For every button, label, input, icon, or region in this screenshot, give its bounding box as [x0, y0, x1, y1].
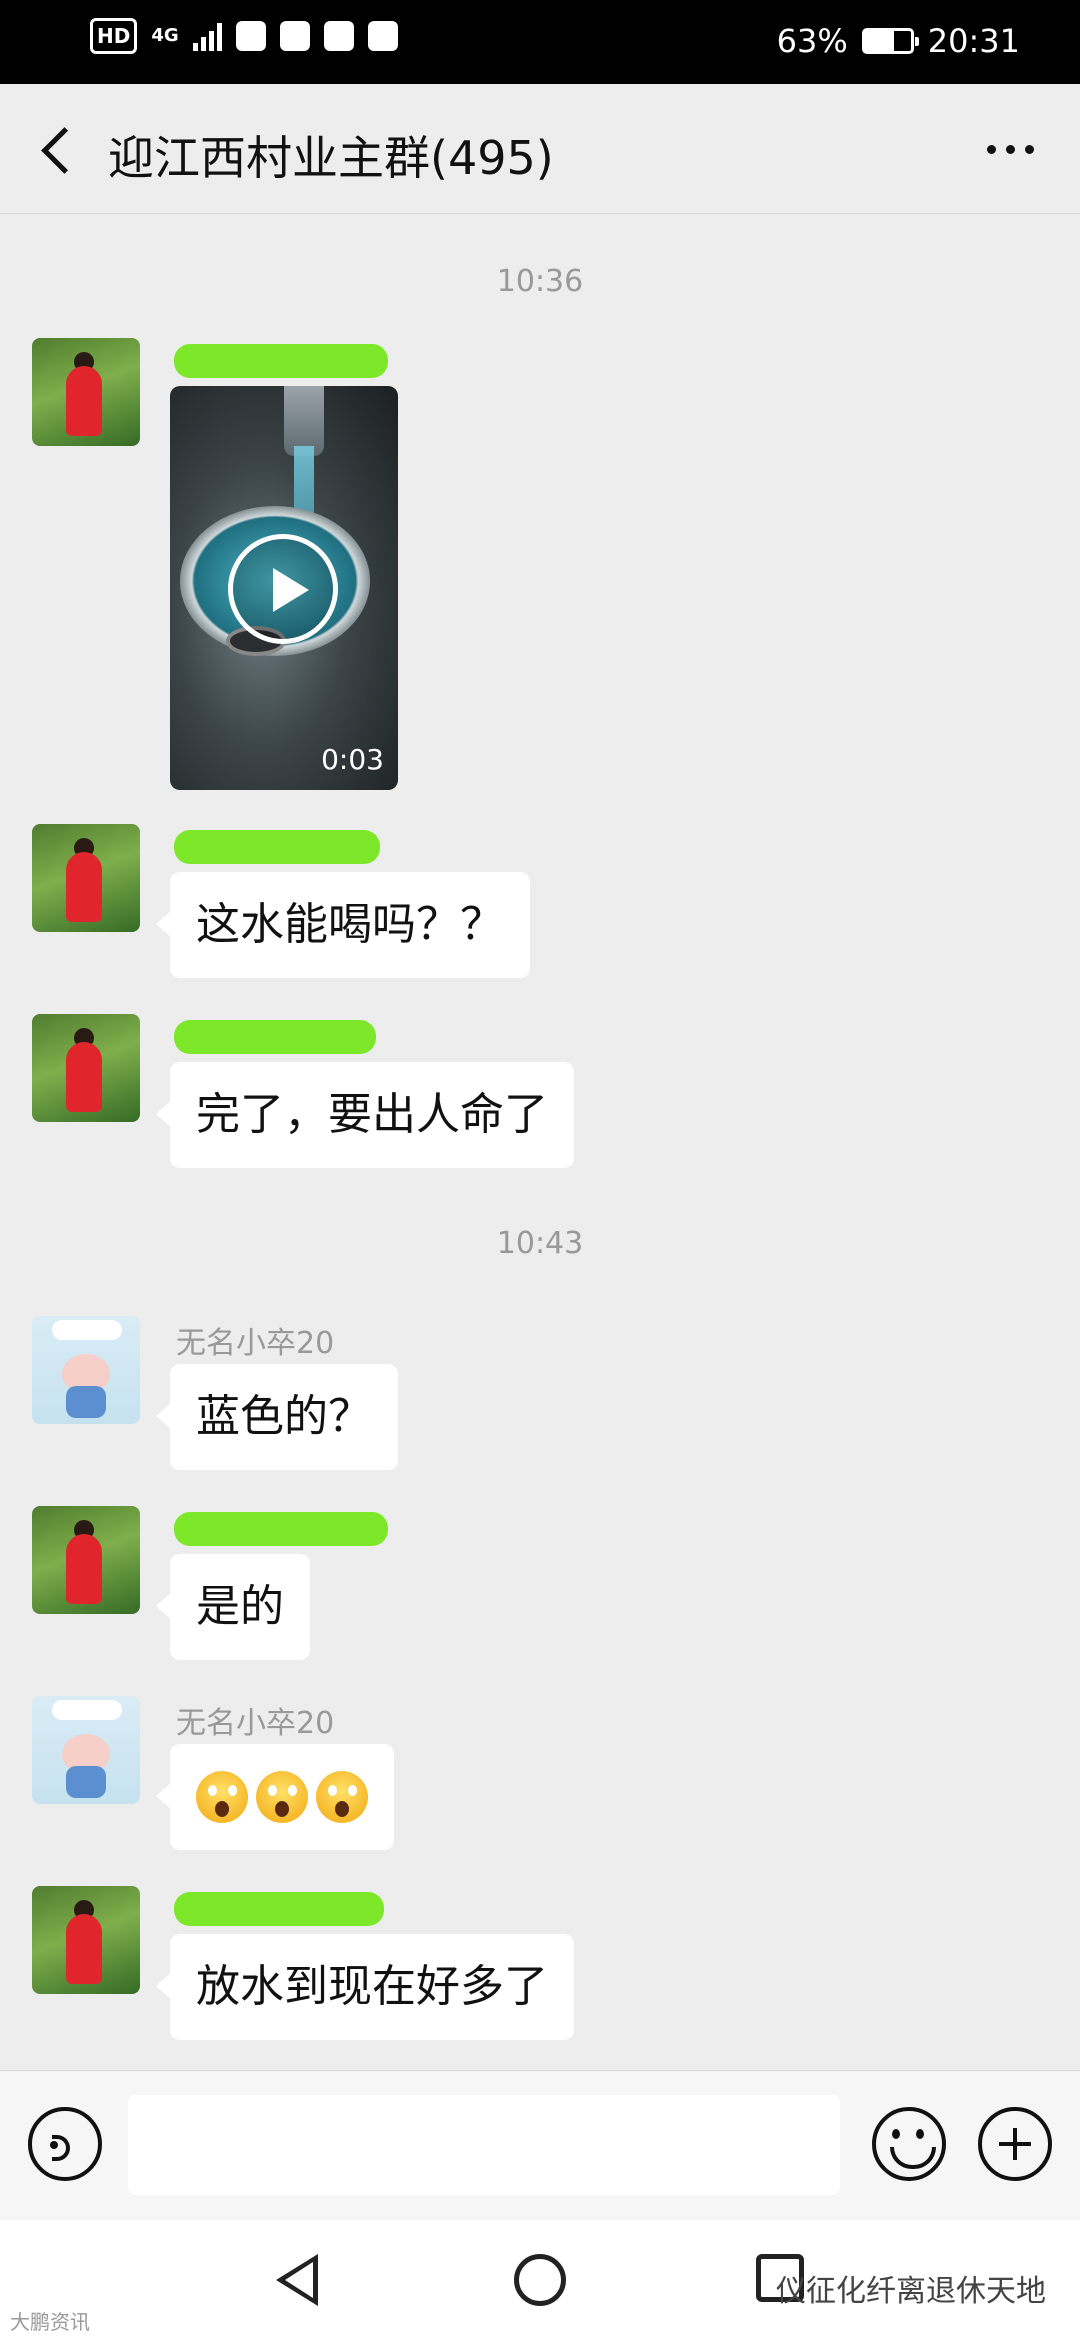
status-bar: HD 4G 63% 20:31 [0, 0, 1080, 84]
video-thumbnail[interactable]: 0:03 [170, 386, 398, 790]
back-arrow-icon[interactable] [30, 120, 90, 180]
message-bubble[interactable] [156, 1744, 394, 1850]
clock: 20:31 [927, 22, 1020, 60]
message-input[interactable] [128, 2095, 840, 2195]
watermark-left: 大鹏资讯 [10, 2310, 90, 2334]
wechat-notification-icon [235, 21, 266, 51]
health-notification-icon [323, 21, 354, 51]
more-options-icon[interactable] [980, 134, 1040, 164]
signal-icon [192, 21, 222, 51]
video-duration: 0:03 [321, 743, 384, 776]
battery-fill [864, 31, 894, 51]
battery-percent: 63% [776, 22, 848, 60]
more-actions-plus-icon[interactable] [978, 2107, 1052, 2181]
timestamp: 10:36 [496, 264, 584, 299]
message-bubble[interactable]: 放水到现在好多了 [156, 1934, 574, 2040]
hd-badge: HD [90, 18, 138, 54]
message-bubble[interactable]: 蓝色的？ [156, 1364, 398, 1470]
status-icons-left: HD 4G [90, 18, 398, 54]
redacted-sender-name [174, 1512, 388, 1546]
avatar[interactable] [32, 1696, 140, 1804]
watermark-right: 仪征化纤离退休天地 [776, 2274, 1046, 2309]
app-notification-icon [367, 21, 398, 51]
redacted-sender-name [174, 830, 380, 864]
nav-back-icon[interactable] [272, 2254, 322, 2306]
avatar[interactable] [32, 1316, 140, 1424]
chat-header: 迎江西村业主群(495) [0, 84, 1080, 214]
battery-icon [861, 28, 919, 54]
avatar[interactable] [32, 1014, 140, 1122]
emoji-picker-icon[interactable] [872, 2107, 946, 2181]
avatar[interactable] [32, 338, 140, 446]
chat-title: 迎江西村业主群(495) [108, 131, 554, 185]
voice-input-icon[interactable] [28, 2107, 102, 2181]
message-list[interactable]: 10:36 0:03 这水能喝吗？？ 完了，要出人命了 10:43 无名小卒20… [0, 214, 1080, 2070]
input-bar [0, 2070, 1080, 2220]
network-type: 4G [151, 25, 179, 46]
sender-name: 无名小卒20 [176, 1326, 335, 1361]
sender-name: 无名小卒20 [176, 1706, 335, 1741]
nav-home-icon[interactable] [514, 2254, 566, 2306]
avatar[interactable] [32, 1506, 140, 1614]
message-bubble[interactable]: 这水能喝吗？？ [156, 872, 530, 978]
timestamp: 10:43 [496, 1226, 584, 1261]
avatar[interactable] [32, 824, 140, 932]
video-app-notification-icon [279, 21, 310, 51]
scream-emoji-icon [196, 1771, 248, 1823]
redacted-sender-name [174, 1020, 376, 1054]
redacted-sender-name [174, 344, 388, 378]
scream-emoji-icon [256, 1771, 308, 1823]
redacted-sender-name [174, 1892, 384, 1926]
message-bubble[interactable]: 完了，要出人命了 [156, 1062, 574, 1168]
status-icons-right: 63% 20:31 [777, 22, 1020, 60]
play-icon[interactable] [228, 534, 338, 644]
message-bubble[interactable]: 是的 [156, 1554, 310, 1660]
scream-emoji-icon [316, 1771, 368, 1823]
avatar[interactable] [32, 1886, 140, 1994]
